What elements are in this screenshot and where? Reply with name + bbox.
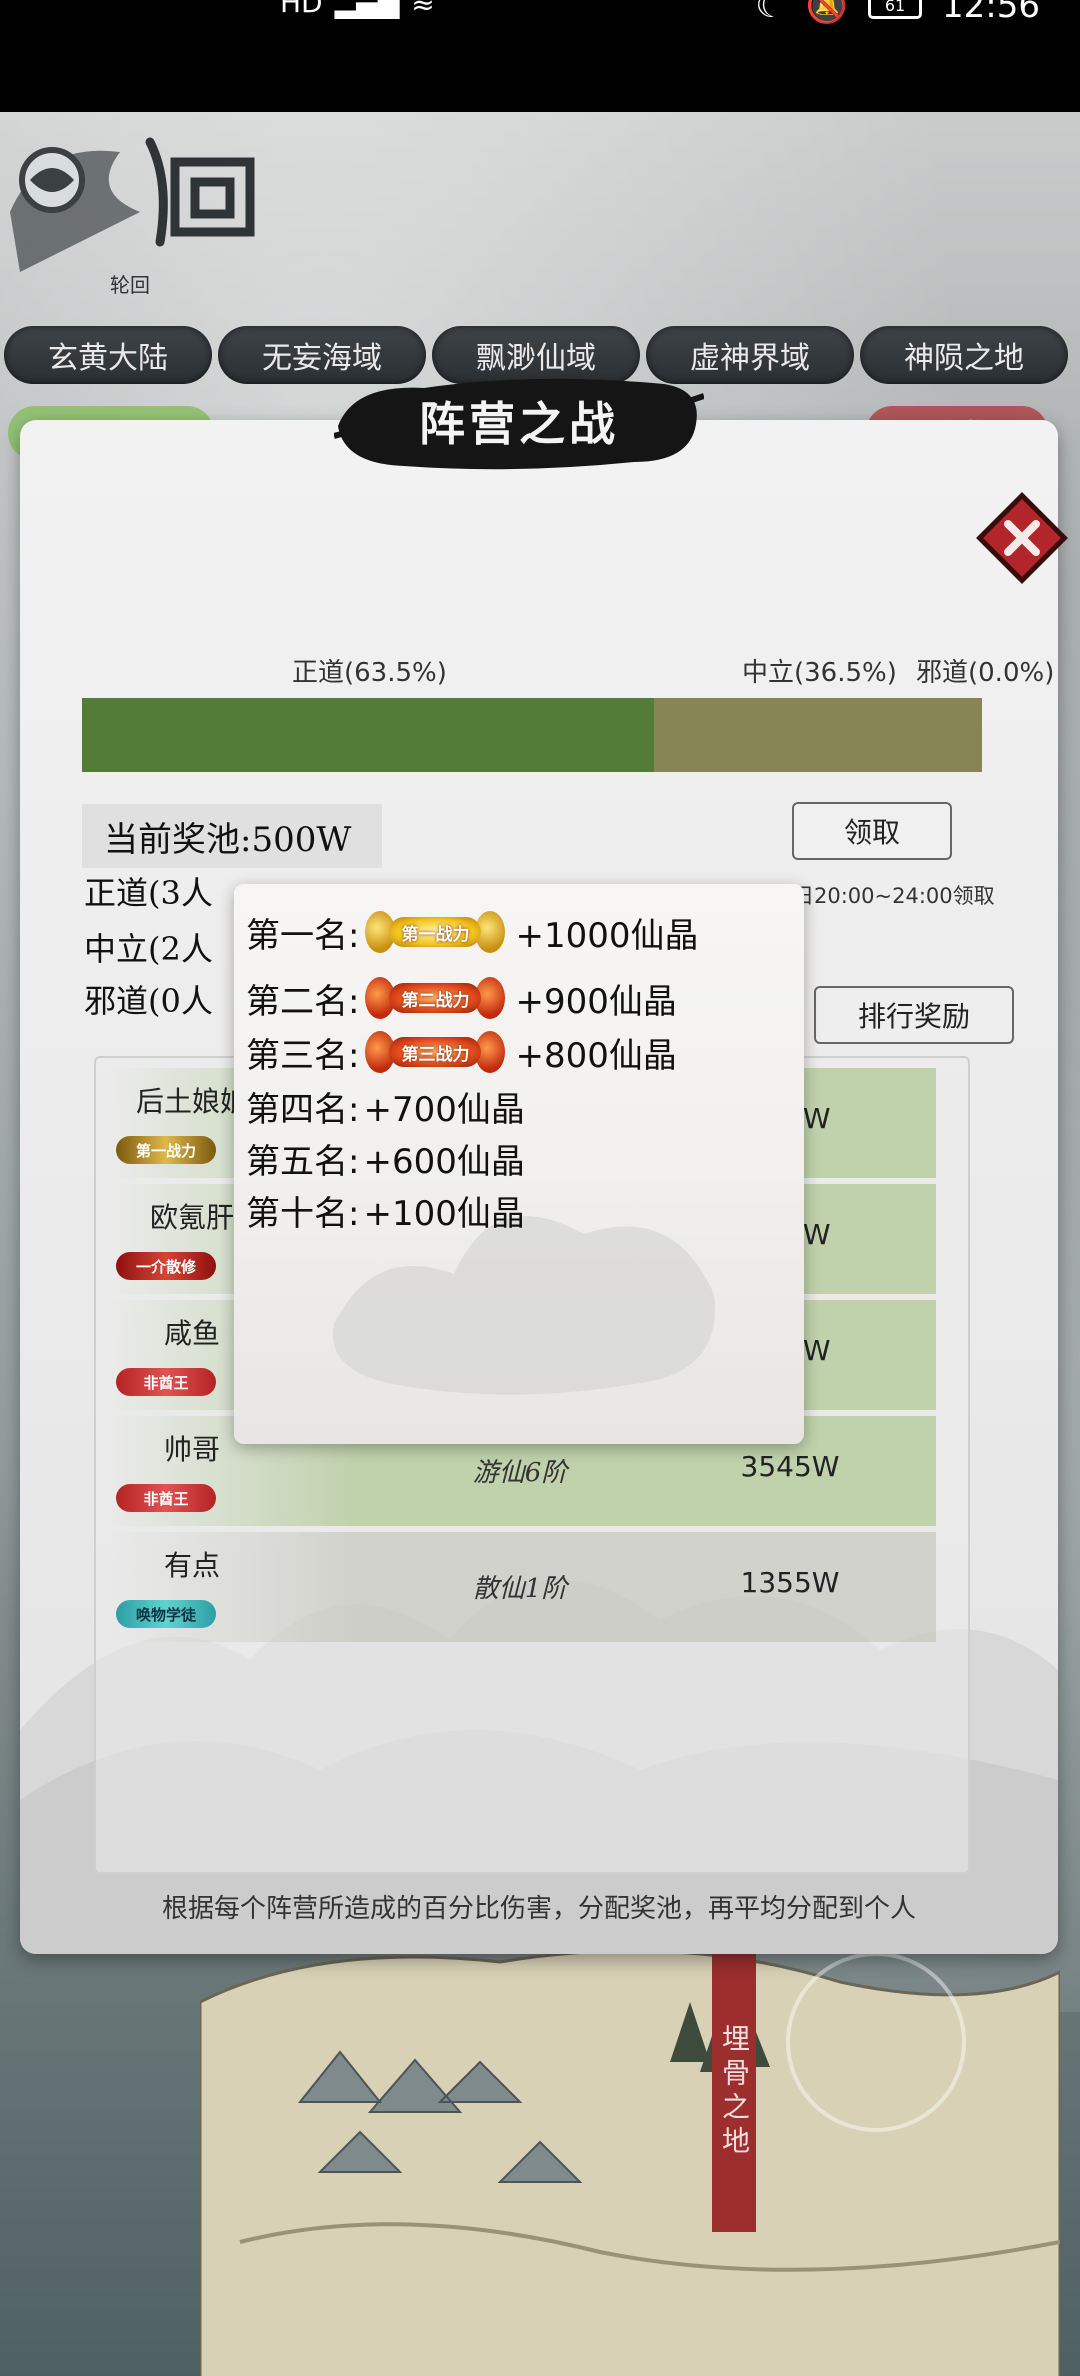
signal-icon: ▂▄▆ (334, 0, 400, 19)
player-power: 3545W (740, 1450, 840, 1483)
reward-prize: +600仙晶 (363, 1141, 525, 1182)
player-title-badge: 非酋王 (116, 1484, 216, 1512)
reward-rank: 第十名: (246, 1193, 360, 1234)
close-button[interactable] (974, 490, 1070, 586)
claim-button[interactable]: 领取 (792, 802, 952, 860)
reward-row-10: 第十名: +100仙晶 (246, 1184, 525, 1236)
reward-row-1: 第一名: 第一战力 +1000仙晶 (246, 906, 698, 958)
reward-prize: +100仙晶 (363, 1193, 525, 1234)
hd-icon: HD (280, 0, 323, 19)
reward-prize: +700仙晶 (363, 1089, 525, 1130)
signal-icons: HD ▂▄▆ ≋ (280, 0, 435, 19)
player-power: 1355W (740, 1566, 840, 1599)
bury-bones-land-sign[interactable]: 埋骨之地 (712, 1952, 756, 2232)
panel-title: 阵营之战 (419, 397, 619, 451)
pool-distribution-note: 根据每个阵营所造成的百分比伤害，分配奖池，再平均分配到个人 (161, 1894, 916, 1924)
reward-row-4: 第四名: +700仙晶 (246, 1080, 525, 1132)
player-row[interactable]: 有点 唤物学徒 散仙1阶 1355W (110, 1532, 936, 1642)
reward-prize: +800仙晶 (515, 1035, 677, 1076)
player-title-badge: 一介散修 (116, 1252, 216, 1280)
camp-row-zhong: 中立(2人 (84, 930, 213, 968)
reward-rank: 第五名: (246, 1141, 360, 1182)
camp-label-xie: 邪道(0.0%) (916, 658, 1055, 688)
bell-mute-icon: 🔕 (805, 0, 849, 26)
prize-pool: 当前奖池:500W (82, 804, 382, 868)
dragon-title-badge: 第三战力 (365, 1027, 506, 1077)
reward-row-5: 第五名: +600仙晶 (246, 1132, 525, 1184)
reward-rank: 第二名: (246, 981, 360, 1022)
dragon-title-badge: 第二战力 (365, 973, 506, 1023)
camp-label-zhong: 中立(36.5%) (742, 658, 897, 688)
claim-time-note: 每日20:00~24:00领取 (772, 884, 995, 908)
reward-rank: 第四名: (246, 1089, 360, 1130)
camp-ratio-bar (82, 698, 982, 772)
bar-segment-zheng (82, 698, 654, 772)
reward-row-3: 第三名: 第三战力 +800仙晶 (246, 1026, 677, 1078)
moon-icon: ☾ (755, 0, 786, 26)
dragon-title-badge: 第一战力 (365, 907, 506, 957)
player-level: 游仙6阶 (472, 1458, 568, 1488)
bar-segment-zhong (653, 698, 982, 772)
sword-tomb-icon[interactable] (786, 1952, 966, 2132)
camp-label-zheng: 正道(63.5%) (292, 658, 447, 688)
player-level: 散仙1阶 (472, 1574, 568, 1604)
logo-text: 轮回 (110, 273, 150, 297)
player-name: 有点 (163, 1549, 220, 1582)
player-title-badge: 第一战力 (116, 1136, 216, 1164)
player-title-badge: 非酋王 (116, 1368, 216, 1396)
game-logo: 轮回 (10, 137, 255, 297)
camp-row-xie: 邪道(0人 (84, 982, 213, 1020)
wifi-icon: ≋ (411, 0, 435, 19)
player-title-badge: 唤物学徒 (116, 1600, 216, 1628)
reward-rank: 第三名: (246, 1035, 360, 1076)
reward-row-2: 第二名: 第二战力 +900仙晶 (246, 972, 677, 1024)
camp-row-zheng: 正道(3人 (84, 874, 213, 912)
rank-reward-popup: 第一名: 第一战力 +1000仙晶 第二名: 第二战力 +900仙晶 第三名: … (234, 884, 804, 1444)
reward-rank: 第一名: (246, 915, 360, 956)
battery-icon: 61 (868, 0, 923, 19)
clock: 12:56 (942, 0, 1040, 26)
reward-prize: +900仙晶 (515, 981, 677, 1022)
rank-reward-button[interactable]: 排行奖励 (814, 986, 1014, 1044)
reward-prize: +1000仙晶 (515, 915, 699, 956)
region-tab-xuanhuang[interactable]: 玄黄大陆 (4, 326, 212, 384)
region-tab-shenyun[interactable]: 神陨之地 (860, 326, 1068, 384)
title-banner: 阵营之战 (334, 366, 704, 476)
status-bar: HD ▂▄▆ ≋ ☾ 🔕 61 12:56 (0, 0, 1080, 112)
